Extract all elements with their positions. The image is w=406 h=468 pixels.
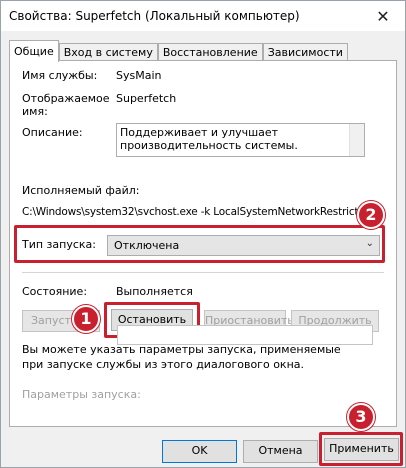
tab-strip: Общие Вход в систему Восстановление Зави…: [9, 40, 348, 62]
start-params-input[interactable]: [117, 325, 373, 345]
display-name-label: Отображаемое: [22, 92, 110, 105]
status-value: Выполняется: [116, 285, 193, 298]
display-name-value: Superfetch: [116, 92, 177, 105]
startup-type-label: Тип запуска:: [22, 238, 96, 251]
service-name-value: SysMain: [116, 69, 162, 82]
display-name-label-line2: имя:: [22, 105, 48, 118]
status-label: Состояние:: [22, 285, 88, 298]
chevron-down-icon: ⌄: [365, 238, 374, 249]
close-button[interactable]: ✕: [361, 1, 405, 31]
service-name-label: Имя службы:: [22, 69, 98, 82]
close-icon: ✕: [376, 6, 390, 26]
startup-type-value: Отключена: [114, 239, 180, 252]
annotation-badge-3: 3: [347, 403, 375, 431]
hint-text: Вы можете указать параметры запуска, при…: [22, 343, 341, 371]
startup-type-select[interactable]: Отключена ⌄: [107, 235, 380, 256]
params-label: Параметры запуска:: [22, 388, 141, 401]
description-text: Поддерживает и улучшает производительнос…: [120, 126, 298, 152]
description-box[interactable]: Поддерживает и улучшает производительнос…: [116, 123, 365, 157]
service-properties-dialog: Свойства: Superfetch (Локальный компьюте…: [0, 0, 406, 468]
window-title: Свойства: Superfetch (Локальный компьюте…: [9, 9, 300, 23]
description-scrollbar[interactable]: [349, 124, 364, 156]
exe-label: Исполняемый файл:: [22, 184, 140, 197]
annotation-badge-1: 1: [72, 305, 100, 333]
apply-button[interactable]: Применить: [324, 438, 399, 461]
title-bar: Свойства: Superfetch (Локальный компьюте…: [1, 1, 405, 31]
tab-general[interactable]: Общие: [9, 40, 59, 62]
description-label: Описание:: [22, 126, 83, 139]
general-tab-panel: Имя службы: SysMain Отображаемое имя: Su…: [9, 60, 397, 427]
cancel-button[interactable]: Отмена: [243, 440, 318, 463]
annotation-badge-2: 2: [357, 201, 385, 229]
exe-path: C:\Windows\system32\svchost.exe -k Local…: [22, 206, 372, 218]
ok-button[interactable]: OK: [162, 440, 237, 463]
separator: [22, 272, 384, 273]
